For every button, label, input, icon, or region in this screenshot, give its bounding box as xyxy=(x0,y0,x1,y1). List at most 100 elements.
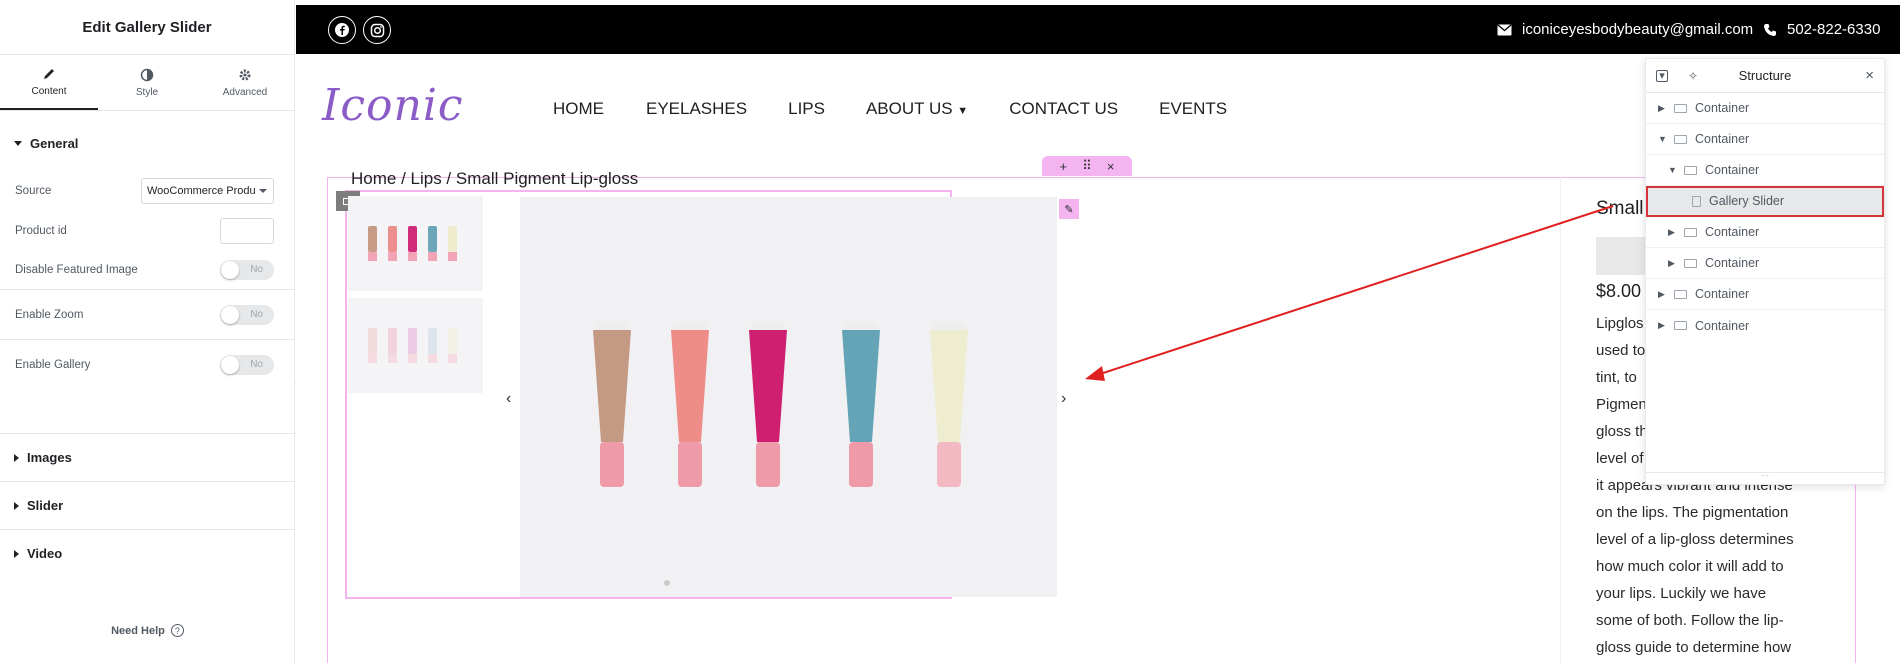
gallery-toggle[interactable]: No xyxy=(220,354,274,375)
nav-home[interactable]: HOME xyxy=(553,99,604,119)
structure-row-selected[interactable]: Gallery Slider xyxy=(1646,186,1884,217)
chevron-down-icon xyxy=(259,189,267,193)
source-select[interactable]: WooCommerce Product xyxy=(141,178,274,204)
structure-header: Structure ▾ ✧ × xyxy=(1646,59,1884,93)
email-text: iconiceyesbodybeauty@gmail.com xyxy=(1522,21,1754,38)
section-slider[interactable]: Slider xyxy=(0,481,294,529)
drag-handle-icon[interactable]: ⠿ xyxy=(1082,158,1092,174)
container-icon xyxy=(1674,103,1687,113)
structure-row[interactable]: ▶ Container xyxy=(1646,93,1884,124)
need-help-link[interactable]: Need Help ? xyxy=(0,624,295,637)
control-disable-featured: Disable Featured Image No xyxy=(0,251,294,289)
tab-advanced-label: Advanced xyxy=(222,86,268,98)
instagram-icon[interactable] xyxy=(363,16,391,44)
editor-strip xyxy=(296,0,1900,5)
nav-events[interactable]: EVENTS xyxy=(1159,99,1227,119)
structure-row[interactable]: ▶ Container xyxy=(1646,310,1884,341)
disable-featured-toggle[interactable]: No xyxy=(220,260,274,280)
product-title: Small xyxy=(1596,198,1644,219)
structure-row[interactable]: ▶ Container xyxy=(1646,217,1884,248)
tab-content[interactable]: Content xyxy=(0,55,98,110)
add-section-button[interactable]: + xyxy=(1060,159,1068,174)
structure-title: Structure xyxy=(1738,68,1792,83)
nav-about-us-label: ABOUT US xyxy=(865,99,953,118)
chevron-right-icon: ▶ xyxy=(1658,288,1665,299)
structure-row-label: Container xyxy=(1695,101,1750,115)
section-general-label: General xyxy=(30,135,79,151)
phone-contact[interactable]: 502-822-6330 xyxy=(1763,21,1880,38)
editor-root: Edit Gallery Slider Content Style Advanc… xyxy=(0,0,1900,663)
container-icon xyxy=(1684,227,1697,237)
caret-right-icon xyxy=(14,453,19,462)
product-id-label: Product id xyxy=(15,225,67,237)
site-logo[interactable]: Iconic xyxy=(322,80,464,131)
nav-eyelashes[interactable]: EYELASHES xyxy=(646,99,747,119)
gallery-thumbnail[interactable] xyxy=(348,298,483,393)
chevron-right-icon: ▶ xyxy=(1668,226,1675,237)
breadcrumb: Home / Lips / Small Pigment Lip-gloss xyxy=(351,169,639,188)
product-id-input[interactable] xyxy=(220,218,274,244)
slider-next-arrow[interactable]: › xyxy=(1061,390,1066,408)
toggle-state: No xyxy=(250,358,263,370)
delete-section-button[interactable]: × xyxy=(1107,159,1115,174)
slider-prev-arrow[interactable]: ‹ xyxy=(506,390,511,408)
product-price: $8.00 xyxy=(1596,281,1642,301)
panel-tabs: Content Style Advanced xyxy=(0,55,294,111)
container-icon xyxy=(1684,165,1697,175)
gallery-main-image[interactable] xyxy=(520,197,1057,597)
tab-advanced[interactable]: Advanced xyxy=(196,55,294,110)
phone-icon xyxy=(1764,23,1776,36)
section-images-label: Images xyxy=(27,450,72,465)
pencil-icon xyxy=(44,68,54,79)
structure-row[interactable]: ▼ Container xyxy=(1646,155,1884,186)
description-line: on the lips. The pigmentation xyxy=(1596,504,1789,521)
structure-row[interactable]: ▶ Container xyxy=(1646,279,1884,310)
section-images[interactable]: Images xyxy=(0,433,294,481)
gallery-thumbnail[interactable] xyxy=(348,196,483,291)
container-icon xyxy=(1684,258,1697,268)
structure-panel: Structure ▾ ✧ × ▶ Container ▼ Container ▼ C… xyxy=(1645,58,1885,485)
nav-lips[interactable]: LIPS xyxy=(788,99,825,119)
nav-about-us[interactable]: ABOUT US ▼ xyxy=(866,99,968,119)
structure-row-label: Container xyxy=(1695,318,1750,333)
section-toolbar: + ⠿ × xyxy=(1042,156,1132,176)
caret-right-icon xyxy=(14,501,19,510)
edit-widget-button[interactable]: ✎ xyxy=(1059,199,1079,219)
pencil-icon: ✎ xyxy=(1064,203,1074,216)
sparkle-icon[interactable]: ✧ xyxy=(1688,69,1698,83)
nav-contact-us[interactable]: CONTACT US xyxy=(1009,99,1118,119)
structure-row-label: Gallery Slider xyxy=(1709,194,1785,208)
email-contact[interactable]: iconiceyesbodybeauty@gmail.com xyxy=(1497,21,1753,38)
structure-row-label: Container xyxy=(1695,287,1750,301)
section-general[interactable]: General xyxy=(0,119,294,167)
gallery-widget-icon xyxy=(1692,195,1701,207)
zoom-label: Enable Zoom xyxy=(15,308,84,321)
toggle-state: No xyxy=(250,264,263,275)
column-divider xyxy=(1560,177,1561,663)
main-nav: HOME EYELASHES LIPS ABOUT US ▼ CONTACT U… xyxy=(553,99,1227,119)
disable-featured-label: Disable Featured Image xyxy=(15,264,138,276)
structure-row[interactable]: ▶ Container xyxy=(1646,248,1884,279)
close-icon[interactable]: × xyxy=(1865,67,1874,84)
resize-handle[interactable]: ··· xyxy=(1646,472,1884,484)
slider-dot[interactable] xyxy=(664,580,670,586)
tab-style[interactable]: Style xyxy=(98,55,196,110)
toggle-knob xyxy=(221,261,239,279)
toggle-knob xyxy=(221,305,239,324)
panel-title: Edit Gallery Slider xyxy=(0,0,294,55)
envelope-icon xyxy=(1497,24,1512,35)
site-topbar: iconiceyesbodybeauty@gmail.com 502-822-6… xyxy=(296,0,1900,54)
facebook-icon[interactable] xyxy=(328,16,356,44)
structure-row-label: Container xyxy=(1705,163,1760,177)
phone-text: 502-822-6330 xyxy=(1787,21,1881,38)
container-icon xyxy=(1674,289,1687,299)
editor-panel: Edit Gallery Slider Content Style Advanc… xyxy=(0,0,295,663)
chevron-down-icon: ▼ xyxy=(1658,134,1667,144)
structure-row-label: Container xyxy=(1695,132,1750,146)
toggle-knob xyxy=(221,355,239,374)
collapse-all-icon[interactable]: ▾ xyxy=(1656,69,1668,82)
lipgloss-thumbnail-image xyxy=(348,196,483,291)
zoom-toggle[interactable]: No xyxy=(220,304,274,325)
structure-row[interactable]: ▼ Container xyxy=(1646,124,1884,155)
section-video[interactable]: Video xyxy=(0,529,294,577)
